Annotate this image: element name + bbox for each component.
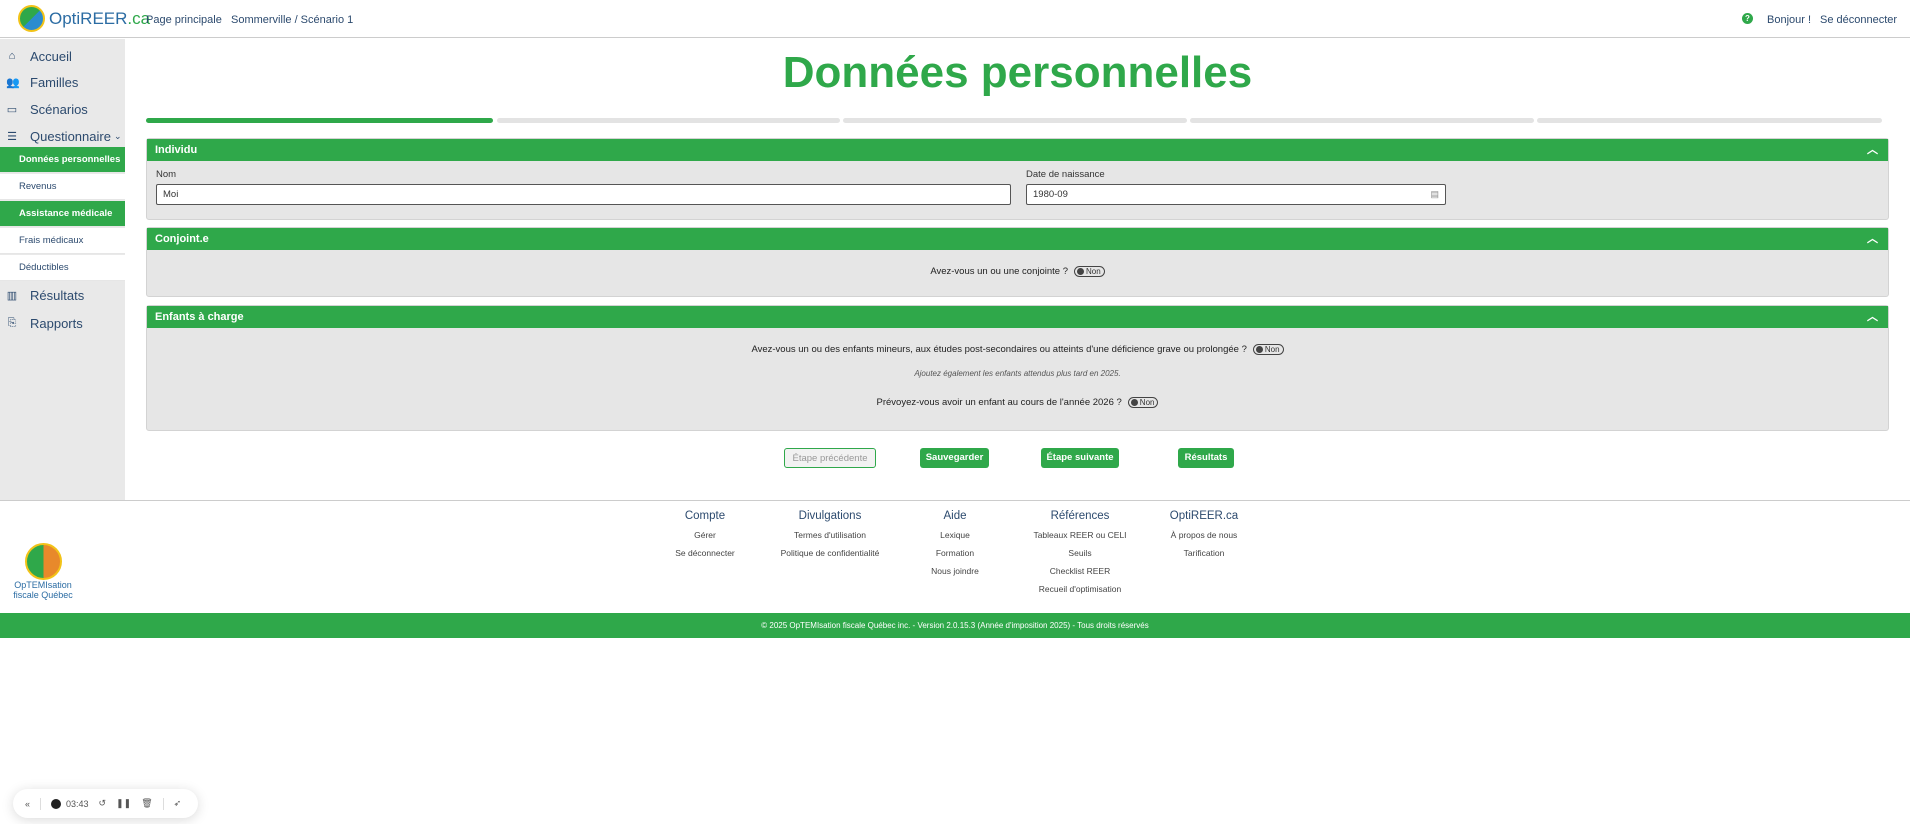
toggle-label: Non xyxy=(1085,267,1101,276)
footer-divider xyxy=(0,500,1910,501)
copyright-bar: © 2025 OpTEMIsation fiscale Québec inc. … xyxy=(0,613,1910,638)
footer-col-optireer: OptiREER.ca À propos de nous Tarification xyxy=(1124,510,1284,562)
sidebar-sub-frais-medicaux[interactable]: Frais médicaux xyxy=(0,228,125,254)
restart-icon[interactable]: ↺ xyxy=(99,798,107,809)
divider xyxy=(40,797,42,810)
cursor-icon[interactable]: ➶ xyxy=(174,798,182,809)
naissance-question-row: Prévoyez-vous avoir un enfant au cours d… xyxy=(147,397,1888,408)
enfants-toggle[interactable]: Non xyxy=(1252,344,1284,355)
conjoint-question: Avez-vous un ou une conjointe ? xyxy=(930,266,1068,278)
collapse-icon[interactable]: « xyxy=(25,799,30,809)
panel-header[interactable]: Enfants à charge ︿ xyxy=(147,306,1888,328)
sidebar-sub-revenus[interactable]: Revenus xyxy=(0,174,125,200)
progress-segment xyxy=(1537,118,1882,123)
sidebar-sub-donnees-personnelles[interactable]: Données personnelles xyxy=(0,147,125,173)
progress-segment xyxy=(497,118,840,123)
enfants-question-row: Avez-vous un ou des enfants mineurs, aux… xyxy=(147,344,1888,355)
help-icon[interactable]: ? xyxy=(1742,13,1753,24)
sidebar-item-label: Accueil xyxy=(30,48,72,64)
sidebar-item-label: Résultats xyxy=(30,287,85,303)
conjoint-question-row: Avez-vous un ou une conjointe ? Non xyxy=(147,266,1888,277)
brand-name: OptiREER xyxy=(49,8,128,28)
panel-title: Enfants à charge xyxy=(155,311,244,323)
date-value: 1980-09 xyxy=(1033,189,1068,200)
chevron-up-icon[interactable]: ︿ xyxy=(1867,139,1878,161)
sidebar-sub-assistance-medicale[interactable]: Assistance médicale xyxy=(0,201,125,227)
document-icon: ☰ xyxy=(7,130,17,143)
toggle-knob xyxy=(1130,399,1138,406)
sailboat-logo-icon xyxy=(18,5,45,32)
chevron-up-icon[interactable]: ︿ xyxy=(1867,306,1878,328)
panel-conjoint: Conjoint.e ︿ Avez-vous un ou une conjoint… xyxy=(146,227,1889,297)
date-label: Date de naissance xyxy=(1026,169,1105,180)
page-title: Données personnelles xyxy=(782,48,1253,97)
footer-link[interactable]: Checklist REER xyxy=(1000,562,1160,580)
sidebar-item-rapports[interactable]: ⎘ Rapports xyxy=(0,311,125,335)
results-button[interactable]: Résultats xyxy=(1178,448,1234,468)
sidebar-item-label: Scénarios xyxy=(30,101,88,117)
nav-scenario-breadcrumb[interactable]: Sommerville / Scénario 1 xyxy=(231,14,353,26)
toggle-label: Non xyxy=(1264,345,1280,354)
toggle-knob xyxy=(1255,346,1263,353)
calendar-icon[interactable]: ▤ xyxy=(1430,185,1439,204)
divider xyxy=(162,797,164,810)
logout-link[interactable]: Se déconnecter xyxy=(1820,14,1897,26)
recording-time: 03:43 xyxy=(66,798,89,809)
optemisation-logo: OpTEMIsation fiscale Québec xyxy=(8,543,78,600)
footer-logo-text: OpTEMIsation fiscale Québec xyxy=(13,580,73,600)
panel-title: Conjoint.e xyxy=(155,233,209,245)
conjoint-toggle[interactable]: Non xyxy=(1073,266,1105,277)
sidebar-item-label: Familles xyxy=(30,74,79,90)
sidebar-item-resultats[interactable]: ▥ Résultats xyxy=(0,283,125,307)
naissance-toggle[interactable]: Non xyxy=(1127,397,1159,408)
save-button[interactable]: Sauvegarder xyxy=(920,448,989,468)
sidebar-item-accueil[interactable]: ⌂ Accueil xyxy=(0,44,125,68)
panel-enfants: Enfants à charge ︿ Avez-vous un ou des en… xyxy=(146,305,1889,431)
panel-individu: Individu ︿ Nom Moi Date de naissance 1980… xyxy=(146,138,1889,220)
panel-title: Individu xyxy=(155,144,198,156)
nom-label: Nom xyxy=(156,169,177,180)
previous-step-button[interactable]: Étape précédente xyxy=(784,448,876,468)
sidebar-item-label: Questionnaire xyxy=(30,128,111,144)
chart-icon: ▥ xyxy=(6,289,18,302)
home-icon: ⌂ xyxy=(8,50,16,62)
enfants-note: Ajoutez également les enfants attendus p… xyxy=(914,369,1121,378)
progress-segment xyxy=(843,118,1187,123)
next-step-button[interactable]: Étape suivante xyxy=(1041,448,1119,468)
panel-header[interactable]: Conjoint.e ︿ xyxy=(147,228,1888,250)
optireer-logo[interactable]: OptiREER.ca xyxy=(18,5,150,32)
sidebar-item-scenarios[interactable]: ▭ Scénarios xyxy=(0,97,125,121)
sidebar-item-label: Rapports xyxy=(30,315,83,331)
top-header: OptiREER.ca Page principale Sommerville … xyxy=(0,0,1910,38)
progress-segment xyxy=(146,118,493,123)
enfants-question: Avez-vous un ou des enfants mineurs, aux… xyxy=(751,344,1247,356)
footer-link[interactable]: À propos de nous xyxy=(1124,526,1284,544)
greeting: Bonjour ! xyxy=(1767,14,1812,26)
chevron-up-icon[interactable]: ︿ xyxy=(1867,228,1878,250)
toggle-knob xyxy=(1076,268,1084,275)
scenario-icon: ▭ xyxy=(6,103,18,116)
nav-page-principale[interactable]: Page principale xyxy=(146,14,222,26)
chevron-down-icon: ⌄ xyxy=(113,130,122,141)
sailboat-logo-icon xyxy=(24,543,62,580)
record-stop-icon[interactable] xyxy=(51,798,62,809)
sidebar-sub-deductibles[interactable]: Déductibles xyxy=(0,255,125,281)
sidebar-item-questionnaire[interactable]: ☰ Questionnaire ⌄ xyxy=(0,124,125,148)
pause-icon[interactable]: ❚❚ xyxy=(116,798,131,809)
report-icon: ⎘ xyxy=(7,316,17,329)
recorder-widget: « 03:43 ↺ ❚❚ 🗑 ➶ xyxy=(13,789,198,818)
panel-header[interactable]: Individu ︿ xyxy=(147,139,1888,161)
progress-segment xyxy=(1190,118,1534,123)
naissance-question: Prévoyez-vous avoir un enfant au cours d… xyxy=(876,397,1122,409)
footer-link[interactable]: Recueil d'optimisation xyxy=(1000,580,1160,598)
date-input[interactable]: 1980-09 ▤ xyxy=(1026,184,1446,205)
footer-heading: OptiREER.ca xyxy=(1169,510,1239,522)
sidebar: ⌂ Accueil 👥 Familles ▭ Scénarios ☰ Questionn… xyxy=(0,39,125,500)
sidebar-item-familles[interactable]: 👥 Familles xyxy=(0,70,125,94)
footer-link[interactable]: Tarification xyxy=(1124,544,1284,562)
nom-input[interactable]: Moi xyxy=(156,184,1011,205)
toggle-label: Non xyxy=(1139,398,1155,407)
family-icon: 👥 xyxy=(6,76,20,89)
trash-icon[interactable]: 🗑 xyxy=(141,798,152,809)
